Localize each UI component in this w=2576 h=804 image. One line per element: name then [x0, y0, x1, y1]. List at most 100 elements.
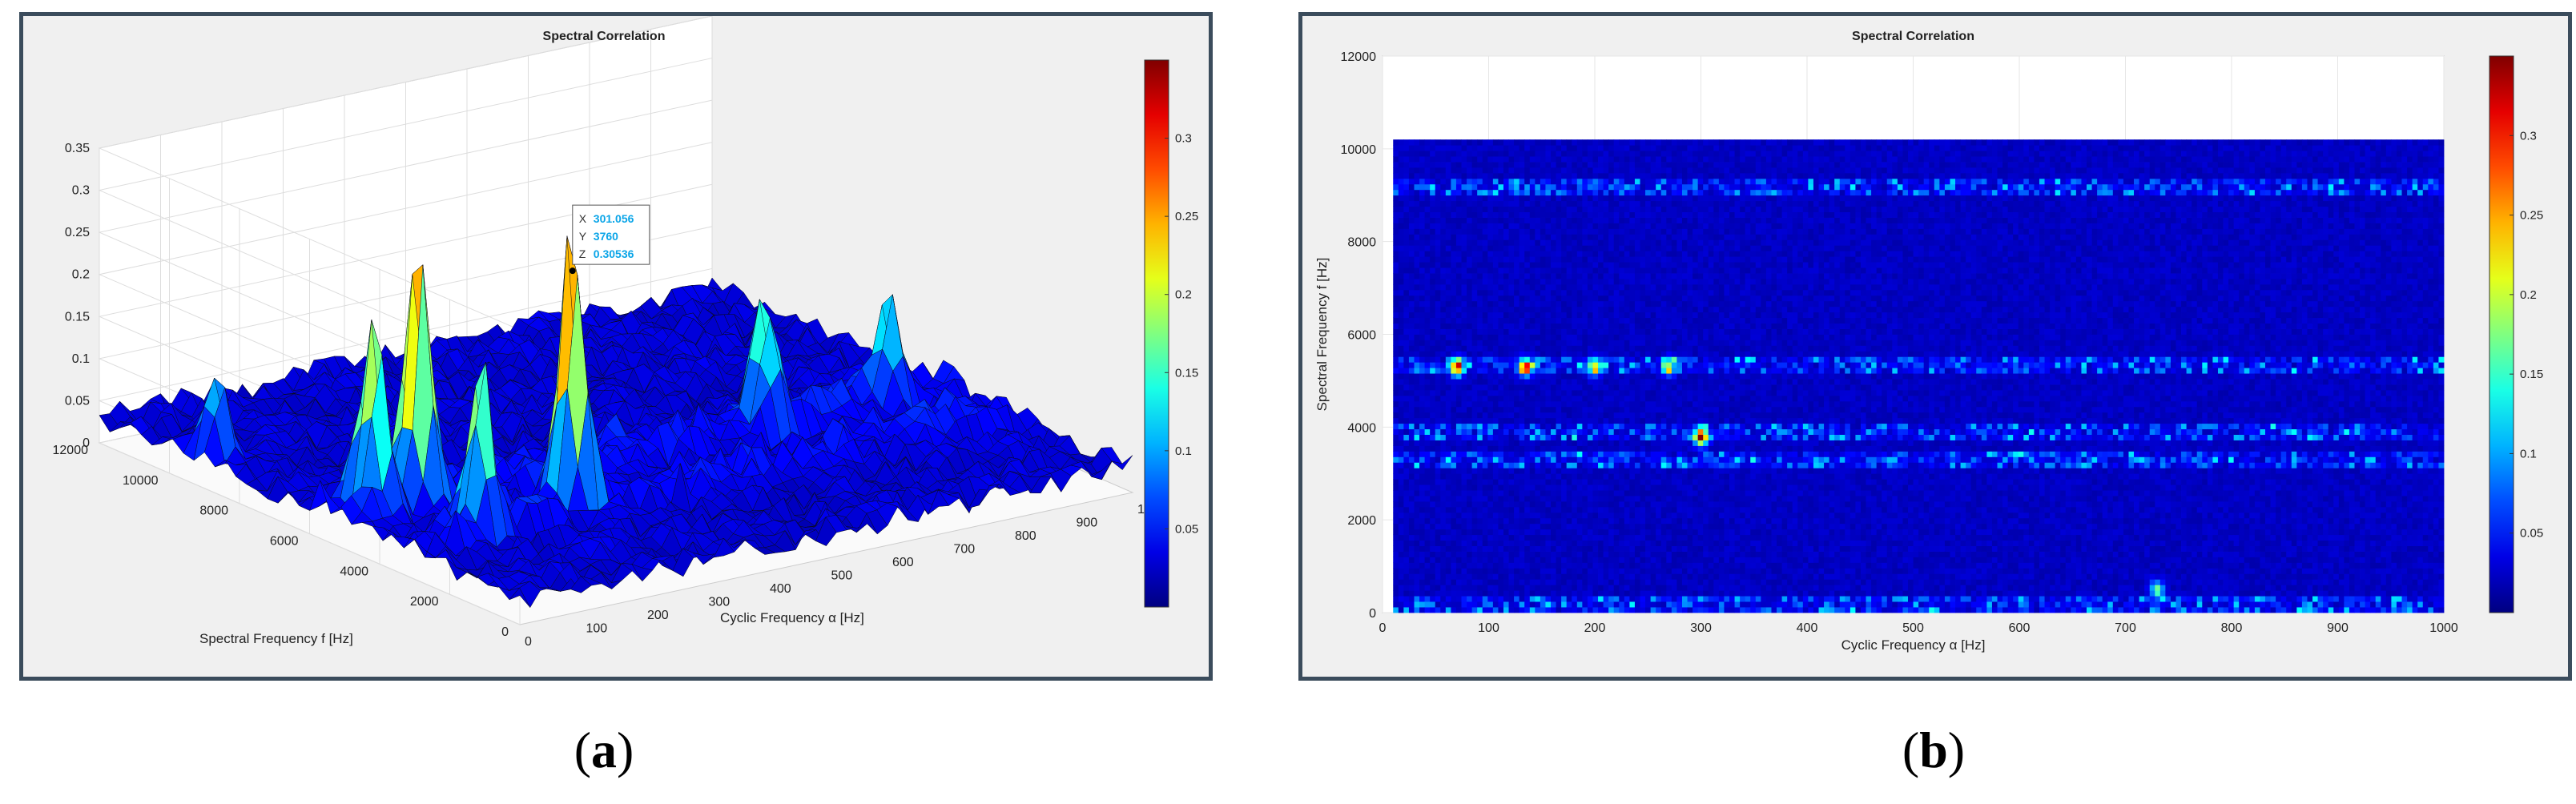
heatmap-cell	[1529, 423, 1536, 430]
heatmap-cell	[1414, 506, 1420, 513]
heatmap-cell	[1430, 440, 1436, 446]
heatmap-cell	[1514, 211, 1520, 218]
heatmap-cell	[1440, 406, 1447, 413]
heatmap-cell	[1482, 273, 1488, 279]
heatmap-cell	[1414, 273, 1420, 279]
heatmap-cell	[1430, 412, 1436, 419]
heatmap-cell	[1529, 351, 1536, 357]
heatmap-cell	[1482, 217, 1488, 223]
heatmap-cell	[1414, 256, 1420, 263]
surface-colorbar	[1144, 59, 1169, 608]
heatmap-cell	[1419, 334, 1425, 340]
heatmap-cell	[1435, 479, 1441, 485]
heatmap-cell	[1540, 423, 1546, 430]
heatmap-cell	[1529, 283, 1536, 291]
heatmap-cell	[1408, 267, 1415, 274]
heatmap-cell	[1477, 151, 1483, 157]
heatmap-cell	[1440, 283, 1447, 291]
heatmap-cell	[1403, 590, 1410, 597]
heatmap-cell	[1482, 183, 1488, 191]
heatmap-cell	[1467, 139, 1473, 146]
heatmap-cell	[1408, 283, 1415, 291]
heatmap-cell	[1482, 551, 1488, 557]
heatmap-cell	[1424, 156, 1431, 163]
heatmap-cell	[1482, 462, 1488, 468]
heatmap-cell	[1545, 573, 1552, 580]
surface-alpha-tick-label: 300	[709, 596, 731, 609]
heatmap-cell	[1430, 345, 1436, 352]
heatmap-cell	[1519, 368, 1525, 374]
heatmap-cell	[1545, 523, 1552, 530]
heatmap-cell	[1540, 206, 1546, 212]
heatmap-cell	[1529, 573, 1536, 580]
heatmap-cell	[1519, 590, 1525, 597]
heatmap-cell	[1419, 245, 1425, 251]
heatmap-cell	[1519, 596, 1525, 602]
heatmap-cell	[1498, 139, 1504, 146]
heatmap-cell	[1503, 434, 1509, 440]
heatmap-cell	[1503, 211, 1509, 218]
heatmap-cell	[1445, 262, 1451, 268]
heatmap-cell	[1430, 340, 1436, 346]
heatmap-cell	[1461, 200, 1467, 207]
heatmap-cell	[1398, 468, 1404, 474]
heatmap-cell	[1545, 506, 1552, 513]
heatmap-cell	[1503, 523, 1509, 530]
heatmap-cell	[1440, 540, 1447, 546]
heatmap-cell	[1398, 139, 1404, 146]
heatmap-cell	[1482, 512, 1488, 519]
heatmap-cell	[1393, 379, 1399, 385]
heatmap-cell	[1482, 440, 1488, 446]
heatmap-cell	[1477, 496, 1483, 502]
heatmap-cell	[1535, 300, 1541, 308]
heatmap-cell	[1498, 501, 1504, 508]
surface-f-tick-label: 0	[501, 625, 509, 639]
heatmap-cell	[1435, 534, 1441, 541]
heatmap-cell	[1482, 529, 1488, 536]
heatmap-cell	[1477, 262, 1483, 268]
heatmap-cell	[1435, 434, 1441, 440]
heatmap-cell	[1455, 596, 1462, 602]
heatmap-cell	[1403, 462, 1410, 468]
heatmap-cell	[1498, 289, 1504, 296]
heatmap-cell	[1524, 379, 1531, 385]
heatmap-cell	[1514, 579, 1520, 585]
heatmap-cell	[1540, 434, 1546, 440]
heatmap-cell	[1503, 562, 1509, 569]
heatmap-cell	[1451, 334, 1457, 340]
heatmap-cell	[1445, 390, 1451, 396]
heatmap-cell	[1467, 334, 1473, 340]
heatmap-cell	[1471, 512, 1478, 519]
heatmap-cell	[1487, 468, 1494, 474]
heatmap-cell	[1414, 573, 1420, 580]
heatmap-cell	[1514, 279, 1520, 285]
heatmap-cell	[1408, 473, 1415, 480]
heatmap-cell	[1408, 517, 1415, 525]
surface-alpha-tick-label: 200	[647, 609, 669, 622]
surface-z-tick-label: 0.35	[65, 142, 90, 155]
heatmap-cell	[1455, 601, 1462, 608]
heatmap-cell	[1487, 545, 1494, 552]
heatmap-cell	[1503, 423, 1509, 430]
heatmap-cell	[1535, 573, 1541, 580]
heatmap-cell	[1461, 428, 1467, 435]
heatmap-cell	[1492, 390, 1499, 396]
heatmap-cell	[1498, 172, 1504, 179]
heatmap-cell	[1508, 151, 1515, 157]
heatmap-cell	[1535, 523, 1541, 530]
heatmap-cell	[1419, 462, 1425, 468]
surface-z-tick-label: 0.25	[65, 226, 90, 239]
heatmap-cell	[1545, 534, 1552, 541]
heatmap-cell	[1435, 312, 1441, 319]
heatmap-cell	[1467, 251, 1473, 257]
heatmap-cell	[1430, 540, 1436, 546]
heatmap-cell	[1430, 484, 1436, 491]
heatmap-cell	[1430, 223, 1436, 229]
heatmap-cell	[1492, 417, 1499, 424]
heatmap-cell	[1440, 317, 1447, 324]
heatmap-cell	[1430, 390, 1436, 396]
heatmap-cell	[1461, 468, 1467, 474]
heatmap-cell	[1498, 400, 1504, 408]
heatmap-cell	[1503, 340, 1509, 346]
heatmap-cell	[1487, 223, 1494, 229]
